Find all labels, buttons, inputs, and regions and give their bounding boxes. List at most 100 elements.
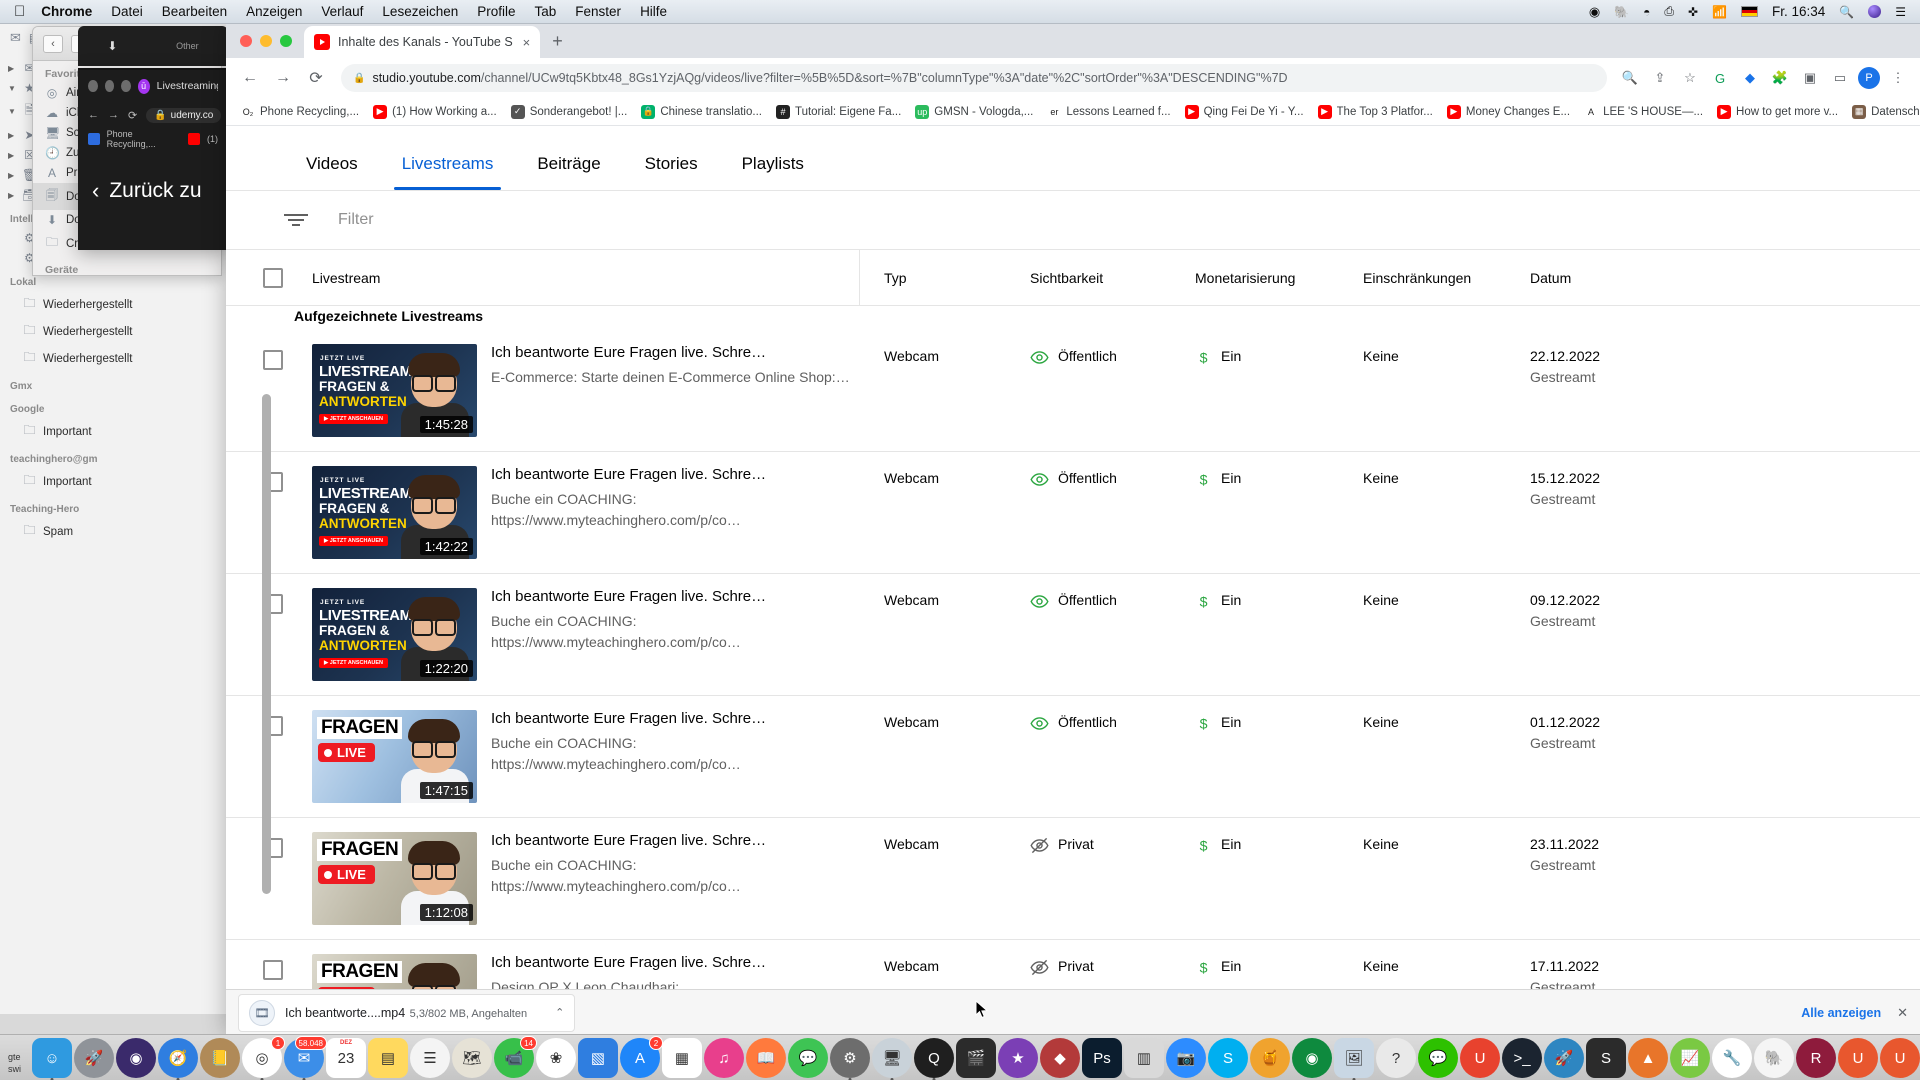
bookmark-item[interactable]: ✓ Sonderangebot! |...: [504, 103, 635, 121]
row-title-cell[interactable]: JETZT LIVE LIVESTREAM FRAGEN & ANTWORTEN ▶ J…: [304, 466, 860, 559]
tab-stories[interactable]: Stories: [623, 144, 720, 190]
maximize-button[interactable]: [280, 35, 292, 47]
macos-menubar[interactable]:  Chrome Datei Bearbeiten Anzeigen Verla…: [0, 0, 1920, 24]
record-icon[interactable]: ◉: [1589, 4, 1600, 20]
flag-de-icon[interactable]: [1740, 6, 1758, 17]
disclosure-icon[interactable]: ▶: [8, 151, 16, 160]
dock-item-ulysses[interactable]: U: [1460, 1038, 1500, 1078]
video-title[interactable]: Ich beantworte Eure Fragen live. Schre…: [491, 344, 850, 361]
bookmark-item[interactable]: 🔒 Chinese translatio...: [634, 103, 769, 121]
bookmark-item[interactable]: ▶ Qing Fei De Yi - Y...: [1178, 103, 1311, 121]
row-checkbox[interactable]: [263, 960, 283, 980]
chevron-up-icon[interactable]: ⌃: [537, 1006, 564, 1019]
disclosure-icon[interactable]: ▼: [8, 107, 16, 116]
column-datum[interactable]: Datum: [1530, 270, 1920, 286]
download-bar-right[interactable]: Alle anzeigen ✕: [1801, 1005, 1908, 1021]
select-all-checkbox[interactable]: [263, 267, 283, 288]
dock-item-ulysses2[interactable]: U: [1838, 1038, 1878, 1078]
bookmark-item[interactable]: # Tutorial: Eigene Fa...: [769, 103, 908, 121]
menu-tab[interactable]: Tab: [535, 4, 557, 19]
dark-app-toolbar[interactable]: ⬇ Other: [78, 26, 228, 66]
control-center-icon[interactable]: ☰: [1895, 5, 1906, 19]
forward-icon[interactable]: →: [269, 64, 297, 92]
dock-item-rocket[interactable]: 🚀: [1544, 1038, 1584, 1078]
dock-item-calendar[interactable]: 23 DEZ: [326, 1038, 366, 1078]
dock-item-unknown[interactable]: ?: [1376, 1038, 1416, 1078]
dock-item-terminal[interactable]: >_: [1502, 1038, 1542, 1078]
dock-item-contacts[interactable]: 📒: [200, 1038, 240, 1078]
dock-item-vlc[interactable]: ▲: [1628, 1038, 1668, 1078]
chrome-window[interactable]: Inhalte des Kanals - YouTube S × + ← → ⟳…: [226, 20, 1920, 1035]
tab-playlists[interactable]: Playlists: [720, 144, 826, 190]
dock-item-evernote[interactable]: 🐘: [1754, 1038, 1794, 1078]
bookmark-item[interactable]: ▶ Money Changes E...: [1440, 103, 1577, 121]
table-row[interactable]: JETZT LIVE LIVESTREAM FRAGEN & ANTWORTEN ▶ J…: [226, 574, 1920, 696]
dock-item-maps[interactable]: 🗺: [452, 1038, 492, 1078]
row-monetization[interactable]: $ Ein: [1195, 710, 1363, 803]
bookmark-item[interactable]: er Lessons Learned f...: [1040, 103, 1177, 121]
address-bar[interactable]: 🔒 studio.youtube.com/channel/UCw9tq5Kbtx…: [341, 64, 1607, 92]
menu-verlauf[interactable]: Verlauf: [321, 4, 363, 19]
page-scrollbar-thumb[interactable]: [262, 394, 271, 894]
menu-bearbeiten[interactable]: Bearbeiten: [162, 4, 227, 19]
table-row[interactable]: FRAGEN LIVE 1:47:15 Ich beantworte Eure Fra…: [226, 696, 1920, 818]
udemy-browser-window[interactable]: ū Livestreaming M ← → ⟳ 🔒 udemy.co Phone…: [78, 70, 228, 250]
row-title-cell[interactable]: FRAGEN LIVE 1:12:08 Ich beantworte Eure Fra…: [304, 832, 860, 925]
close-button[interactable]: [88, 80, 98, 92]
table-row[interactable]: FRAGEN LIVE 1:12:08 Ich beantworte Eure Fra…: [226, 818, 1920, 940]
dock-item-facetime[interactable]: 📹 14: [494, 1036, 537, 1078]
extension-blue-icon[interactable]: ◆: [1738, 66, 1762, 90]
dock-item-siri[interactable]: ◉: [116, 1038, 156, 1078]
video-title[interactable]: Ich beantworte Eure Fragen live. Schre…: [491, 588, 860, 605]
dock-item-safari[interactable]: 🧭: [158, 1038, 198, 1080]
apple-logo-icon[interactable]: : [14, 3, 25, 20]
row-visibility[interactable]: Öffentlich: [1030, 588, 1195, 681]
udemy-bookmarks[interactable]: Phone Recycling,... (1): [78, 128, 228, 150]
row-monetization[interactable]: $ Ein: [1195, 588, 1363, 681]
disclosure-icon[interactable]: ▼: [8, 84, 16, 93]
browser-tab[interactable]: Inhalte des Kanals - YouTube S ×: [304, 26, 541, 58]
row-visibility[interactable]: Privat: [1030, 832, 1195, 925]
extension-puzzle-icon[interactable]: 🧩: [1768, 66, 1792, 90]
maximize-button[interactable]: [121, 80, 131, 92]
filter-icon[interactable]: [284, 214, 308, 226]
row-visibility[interactable]: Öffentlich: [1030, 710, 1195, 803]
row-title-cell[interactable]: FRAGEN LIVE 1:47:15 Ich beantworte Eure Fra…: [304, 710, 860, 803]
dock-item-finalcut[interactable]: 🎬: [956, 1038, 996, 1078]
dock-item-preview[interactable]: 🖼: [1334, 1038, 1374, 1080]
udemy-back-link[interactable]: ‹ Zurück zu: [78, 150, 228, 204]
dock-item-reminders[interactable]: ☰: [410, 1038, 450, 1078]
search-icon[interactable]: 🔍: [1839, 5, 1854, 19]
show-all-downloads-link[interactable]: Alle anzeigen: [1801, 1006, 1881, 1020]
extension-gray-icon[interactable]: ▣: [1798, 66, 1822, 90]
disclosure-icon[interactable]: ▶: [8, 64, 16, 73]
bookmark-item[interactable]: ▦ Datenschutz – Re...: [1845, 103, 1920, 121]
dock-item-rar[interactable]: R: [1796, 1038, 1836, 1078]
dock-item-notes[interactable]: ▤: [368, 1038, 408, 1078]
video-title[interactable]: Ich beantworte Eure Fragen live. Schre…: [491, 466, 860, 483]
column-einschraenkungen[interactable]: Einschränkungen: [1363, 270, 1530, 286]
menubar-clock[interactable]: Fr. 16:34: [1772, 4, 1825, 19]
dock-item-launchpad[interactable]: 🚀: [74, 1038, 114, 1078]
dock-item-mail[interactable]: ✉ 58.048: [284, 1036, 327, 1080]
dock-item-photoshop[interactable]: Ps: [1082, 1038, 1122, 1078]
video-title[interactable]: Ich beantworte Eure Fragen live. Schre…: [491, 954, 766, 971]
table-row[interactable]: JETZT LIVE LIVESTREAM FRAGEN & ANTWORTEN ▶ J…: [226, 452, 1920, 574]
menu-anzeigen[interactable]: Anzeigen: [246, 4, 302, 19]
download-bar[interactable]: 🎞 Ich beantworte....mp4 5,3/802 MB, Ange…: [226, 989, 1920, 1035]
dock-item-sublime[interactable]: S: [1586, 1038, 1626, 1078]
select-all-checkbox-cell[interactable]: [226, 267, 304, 288]
minimize-button[interactable]: [104, 80, 115, 92]
row-visibility[interactable]: Öffentlich: [1030, 466, 1195, 559]
video-title[interactable]: Ich beantworte Eure Fragen live. Schre…: [491, 710, 860, 727]
dock-item-photos[interactable]: ❀: [536, 1038, 576, 1078]
reload-icon[interactable]: ⟳: [128, 109, 137, 122]
dock-item-itunes[interactable]: ♫: [704, 1038, 744, 1078]
menu-chrome[interactable]: Chrome: [41, 4, 92, 19]
video-thumbnail[interactable]: JETZT LIVE LIVESTREAM FRAGEN & ANTWORTEN ▶ J…: [312, 466, 477, 559]
minimize-button[interactable]: [260, 35, 272, 47]
dock-item-honey[interactable]: 🍯: [1250, 1038, 1290, 1078]
macos-dock[interactable]: gte swi ☺ 🚀 ◉ 🧭 📒 ◎ 1 ✉ 58.048 23 DEZ ▤ ☰ 🗺 📹 14 ❀ ▧ A 2 ▦ ♫ 📖…: [0, 1034, 1920, 1080]
close-button[interactable]: [240, 35, 252, 47]
chrome-tabstrip[interactable]: Inhalte des Kanals - YouTube S × +: [226, 20, 1920, 58]
